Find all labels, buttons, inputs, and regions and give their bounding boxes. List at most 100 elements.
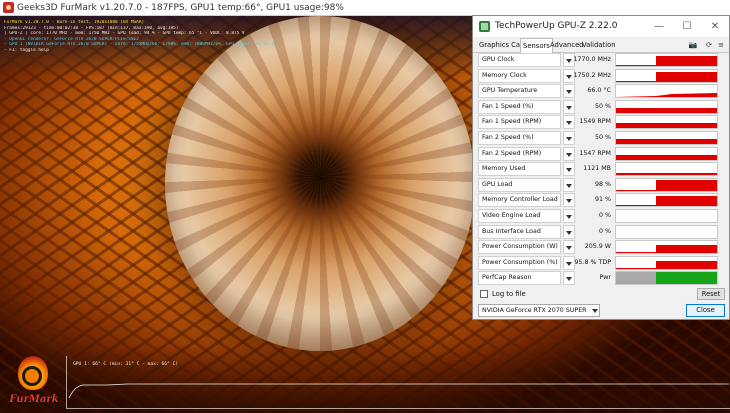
sensor-row: Memory Clock 1750.2 MHz <box>478 68 720 83</box>
sensor-name: Power Consumption (%) <box>478 255 561 270</box>
sensor-graph-fill <box>656 56 717 66</box>
sensor-graph-baseline <box>616 267 656 269</box>
gpuz-window-title: TechPowerUp GPU-Z 2.22.0 <box>495 21 618 31</box>
sensor-graph <box>615 271 718 286</box>
sensor-value: 66.0 °C <box>587 87 611 95</box>
sensor-graph-fill <box>616 139 717 144</box>
sensor-graph-baseline <box>616 65 656 66</box>
sensor-row: Fan 2 Speed (RPM) 1547 RPM <box>478 146 720 161</box>
sensor-row: Power Consumption (%) 95.8 % TDP <box>478 255 720 270</box>
sensor-value: 205.9 W <box>584 243 611 251</box>
gpuz-title-bar[interactable]: TechPowerUp GPU-Z 2.22.0 — ☐ ✕ <box>473 16 729 37</box>
sensor-name: GPU Temperature <box>478 84 561 99</box>
furmark-window-title: Geeks3D FurMark v1.20.7.0 - 187FPS, GPU1… <box>17 3 344 13</box>
refresh-icon[interactable]: ⟳ <box>704 40 714 50</box>
furmark-logo-text: FurMark <box>9 394 59 405</box>
sensor-name: Fan 1 Speed (%) <box>478 99 561 114</box>
sensor-name: Power Consumption (W) <box>478 240 561 255</box>
furmark-logo: FurMark <box>8 356 60 410</box>
sensor-graph <box>615 53 718 67</box>
gpuz-footer: Log to file Reset NVIDIA GeForce RTX 207… <box>478 288 725 318</box>
chevron-down-icon <box>592 309 598 313</box>
sensor-value: Pwr <box>599 274 611 282</box>
osd-line: [ GPU-Z ] core: 1770 MHz - mem: 1750 MHz… <box>4 31 245 37</box>
sensor-graph-fill <box>656 260 717 269</box>
gpuz-window: TechPowerUp GPU-Z 2.22.0 — ☐ ✕ Graphics … <box>472 15 730 320</box>
osd-overlay: FurMark v1.20.7.0 - Burn-in test, 1920x1… <box>4 20 274 54</box>
sensor-name: Memory Clock <box>478 68 561 83</box>
sensor-graph <box>615 162 718 177</box>
sensor-row: Video Engine Load 0 % <box>478 209 720 223</box>
sensor-graph <box>615 146 718 161</box>
log-to-file-label: Log to file <box>492 290 526 298</box>
donut-icon <box>22 366 42 386</box>
sensor-row: Fan 1 Speed (RPM) 1549 RPM <box>478 115 720 130</box>
sensor-value: 91 % <box>595 196 611 204</box>
close-button[interactable]: Close <box>686 304 725 317</box>
sensor-graph <box>615 115 718 130</box>
sensor-value: 0 % <box>599 227 611 235</box>
temperature-graph-label: GPU 1: 66° C (min: 31° C - max: 66° C) <box>73 362 179 367</box>
sensor-graph <box>615 99 718 114</box>
furmark-title-bar[interactable]: Geeks3D FurMark v1.20.7.0 - 187FPS, GPU1… <box>0 0 730 16</box>
close-window-button[interactable]: ✕ <box>701 16 729 37</box>
sensor-name: Fan 1 Speed (RPM) <box>478 115 561 130</box>
sensor-row: Fan 2 Speed (%) 50 % <box>478 131 720 145</box>
sensor-graph <box>615 68 718 83</box>
sensor-name: Bus Interface Load <box>478 224 561 239</box>
sensor-value: 1770.0 MHz <box>573 56 611 63</box>
sensor-graph <box>615 224 718 239</box>
gpu-select-dropdown[interactable]: NVIDIA GeForce RTX 2070 SUPER <box>478 304 600 317</box>
sensor-graph-fill <box>656 245 717 254</box>
sensor-value: 95.8 % TDP <box>574 258 612 266</box>
gpuz-app-icon <box>479 21 490 32</box>
sensor-graph-baseline <box>616 189 656 191</box>
camera-icon[interactable]: 📷 <box>688 40 698 50</box>
sensor-graph-fill <box>616 123 717 129</box>
sensor-name: Fan 2 Speed (RPM) <box>478 146 561 161</box>
sensor-graph-ramp <box>616 93 717 98</box>
sensor-graph-fill <box>616 107 717 113</box>
minimize-button[interactable]: — <box>645 16 673 37</box>
reset-button[interactable]: Reset <box>697 288 725 300</box>
sensor-row: PerfCap Reason Pwr <box>478 271 720 286</box>
sensor-value: 98 % <box>595 180 611 188</box>
sensor-graph <box>615 193 718 208</box>
sensor-graph <box>615 240 718 255</box>
sensor-graph-fill <box>656 196 717 207</box>
fur-donut-render <box>165 16 475 351</box>
sensor-row: Power Consumption (W) 205.9 W <box>478 240 720 255</box>
sensor-graph-fill <box>656 179 717 191</box>
sensor-row: GPU Clock 1770.0 MHz <box>478 53 720 67</box>
sensor-graph-baseline <box>616 252 656 254</box>
sensor-graph <box>615 84 718 99</box>
sensor-name: Video Engine Load <box>478 209 561 223</box>
sensor-graph <box>615 209 718 223</box>
sensor-value: 0 % <box>599 212 611 219</box>
sensor-graph-fill <box>616 154 717 160</box>
menu-icon[interactable]: ≡ <box>716 40 726 50</box>
temperature-curve <box>68 383 729 399</box>
sensor-row: GPU Load 98 % <box>478 177 720 192</box>
sensor-graph-baseline <box>616 80 656 82</box>
sensor-name: GPU Load <box>478 177 561 192</box>
sensor-graph-fill <box>656 71 717 82</box>
sensor-graph <box>615 177 718 192</box>
log-to-file-checkbox[interactable] <box>480 290 488 298</box>
sensor-row: GPU Temperature 66.0 °C <box>478 84 720 99</box>
sensor-row: Bus Interface Load 0 % <box>478 224 720 239</box>
sensor-list: GPU Clock 1770.0 MHz Memory Clock 1750.2 MH… <box>478 53 720 288</box>
sensor-value: 1121 MB <box>583 165 611 173</box>
sensor-value: 50 % <box>595 102 611 110</box>
perfcap-idle-bar <box>616 272 656 285</box>
maximize-button[interactable]: ☐ <box>673 16 701 37</box>
furmark-app-icon <box>3 2 14 13</box>
temperature-graph: GPU 1: 66° C (min: 31° C - max: 66° C) <box>66 356 730 409</box>
sensor-graph <box>615 131 718 145</box>
tab-validation[interactable]: Validation <box>580 39 618 51</box>
gpuz-tab-bar: Graphics Card Sensors Advanced Validatio… <box>473 37 729 53</box>
sensor-graph-fill <box>616 173 717 176</box>
sensor-graph-baseline <box>616 205 656 207</box>
sensor-name: Memory Controller Load <box>478 193 561 208</box>
sensor-value: 1750.2 MHz <box>573 71 611 79</box>
